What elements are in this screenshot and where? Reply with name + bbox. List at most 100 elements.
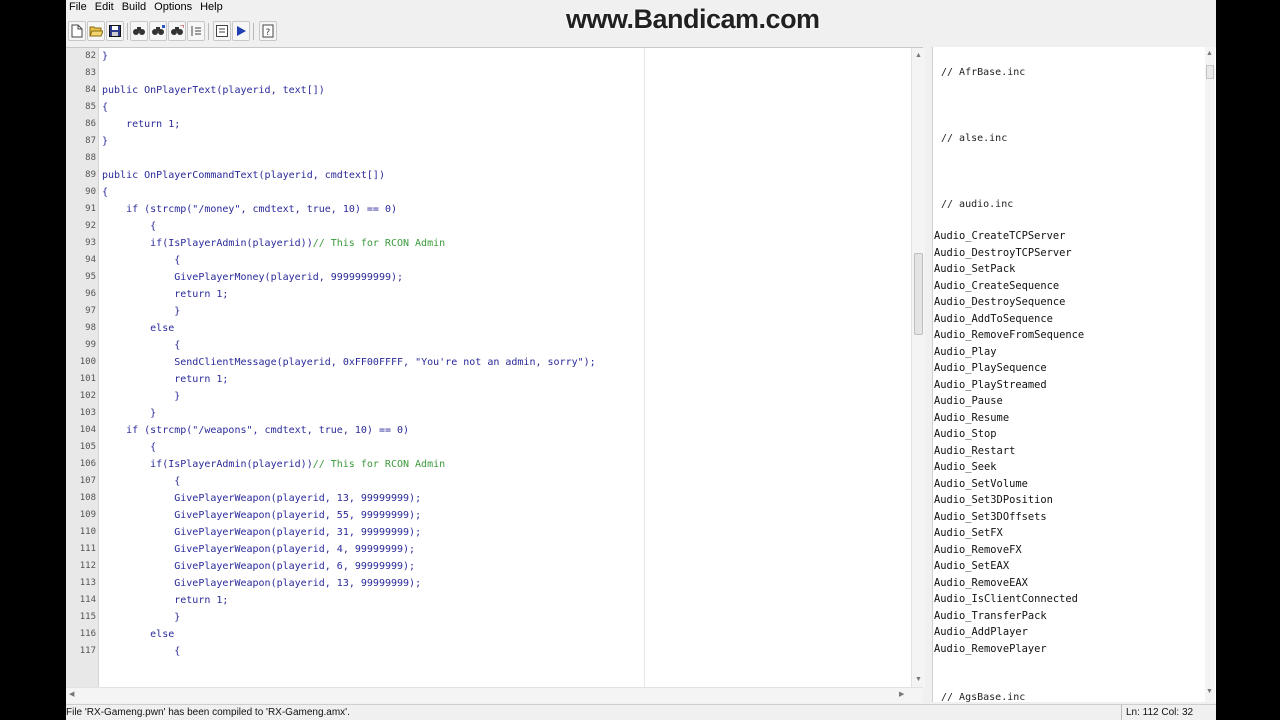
menu-build[interactable]: Build: [119, 0, 151, 14]
function-list-item[interactable]: Audio_IsClientConnected: [934, 591, 1078, 608]
code-comment: // This for RCON Admin: [312, 238, 446, 249]
line-number: 107: [79, 476, 96, 486]
function-list-item[interactable]: Audio_Set3DPosition: [934, 492, 1053, 509]
code-line: return 1;: [102, 119, 181, 130]
function-list-item[interactable]: Audio_SetVolume: [934, 476, 1028, 493]
status-message: File 'RX-Gameng.pwn' has been compiled t…: [66, 707, 350, 718]
code-line: }: [102, 391, 181, 402]
toolbar-separator: [208, 23, 209, 40]
help-icon[interactable]: ?: [259, 21, 277, 41]
code-line: {: [102, 221, 157, 232]
function-list-item[interactable]: Audio_Resume: [934, 410, 1009, 427]
function-list-item[interactable]: Audio_RemoveFX: [934, 542, 1022, 559]
function-list-item[interactable]: Audio_AddToSequence: [934, 311, 1053, 328]
line-number: 99: [85, 340, 96, 350]
code-line: {: [102, 646, 181, 657]
line-number: 111: [79, 544, 96, 554]
function-list-item[interactable]: Audio_RemoveEAX: [934, 575, 1028, 592]
function-list-scroll-thumb[interactable]: [1206, 65, 1214, 79]
function-list-item[interactable]: Audio_Restart: [934, 443, 1015, 460]
code-line: public OnPlayerText(playerid, text[]): [102, 85, 325, 96]
run-icon[interactable]: [232, 21, 250, 41]
function-list-item[interactable]: Audio_Stop: [934, 426, 997, 443]
menu-edit[interactable]: Edit: [92, 0, 119, 14]
editor-horizontal-scrollbar[interactable]: ◀ ▶: [66, 687, 923, 703]
line-number: 83: [85, 68, 96, 78]
line-number: 110: [79, 527, 96, 537]
scroll-down-arrow-icon[interactable]: ▼: [1206, 688, 1213, 695]
function-list-item[interactable]: Audio_SetPack: [934, 261, 1015, 278]
code-line: else: [102, 629, 175, 640]
code-line: GivePlayerMoney(playerid, 9999999999);: [102, 272, 404, 283]
scroll-left-arrow-icon[interactable]: ◀: [69, 690, 74, 698]
code-line: {: [102, 102, 109, 113]
function-list-item[interactable]: Audio_CreateTCPServer: [934, 228, 1065, 245]
code-line: }: [102, 51, 109, 62]
line-number: 117: [79, 646, 96, 656]
function-list-item[interactable]: Audio_Seek: [934, 459, 997, 476]
line-number: 84: [85, 85, 96, 95]
function-list-item[interactable]: Audio_Pause: [934, 393, 1003, 410]
open-folder-icon[interactable]: [87, 21, 105, 41]
function-list-item[interactable]: Audio_PlayStreamed: [934, 377, 1047, 394]
function-list-item[interactable]: Audio_PlaySequence: [934, 360, 1047, 377]
line-number: 95: [85, 272, 96, 282]
line-number: 106: [79, 459, 96, 469]
new-file-icon[interactable]: [68, 21, 86, 41]
line-number: 114: [79, 595, 96, 605]
code-editor[interactable]: 82} 83 84 public OnPlayerText(playerid, tex…: [66, 47, 925, 688]
code-line: if(IsPlayerAdmin(playerid)): [102, 238, 313, 249]
code-line: }: [102, 612, 181, 623]
code-line: GivePlayerWeapon(playerid, 55, 99999999)…: [102, 510, 422, 521]
code-line: SendClientMessage(playerid, 0xFF00FFFF, …: [102, 357, 596, 368]
scroll-down-arrow-icon[interactable]: ▼: [915, 676, 922, 683]
line-number: 112: [79, 561, 96, 571]
code-line: GivePlayerWeapon(playerid, 13, 99999999)…: [102, 493, 422, 504]
function-list-item[interactable]: Audio_RemoveFromSequence: [934, 327, 1084, 344]
line-number: 101: [79, 374, 96, 384]
scroll-right-arrow-icon[interactable]: ▶: [899, 690, 904, 698]
line-number: 94: [85, 255, 96, 265]
code-line: return 1;: [102, 595, 229, 606]
find-icon[interactable]: [130, 21, 148, 41]
scroll-up-arrow-icon[interactable]: ▲: [1206, 50, 1213, 57]
function-list-item[interactable]: Audio_DestroyTCPServer: [934, 245, 1072, 262]
line-number: 102: [79, 391, 96, 401]
menu-options[interactable]: Options: [151, 0, 197, 14]
function-list-item[interactable]: Audio_TransferPack: [934, 608, 1047, 625]
editor-vertical-scrollbar[interactable]: ▲ ▼: [911, 48, 925, 688]
function-list-item[interactable]: Audio_RemovePlayer: [934, 641, 1047, 658]
function-list-scrollbar[interactable]: ▲ ▼: [1205, 47, 1215, 702]
menu-file[interactable]: File: [66, 0, 92, 14]
goto-line-icon[interactable]: [187, 21, 205, 41]
code-line: {: [102, 340, 181, 351]
function-list-pane[interactable]: // AfrBase.inc // alse.inc // audio.inc …: [932, 47, 1216, 703]
line-number: 96: [85, 289, 96, 299]
function-list-item[interactable]: Audio_Play: [934, 344, 997, 361]
line-number: 98: [85, 323, 96, 333]
function-list-item[interactable]: Audio_DestroySequence: [934, 294, 1065, 311]
function-list-item[interactable]: Audio_SetEAX: [934, 558, 1009, 575]
function-list-item[interactable]: Audio_CreateSequence: [934, 278, 1059, 295]
code-comment: // This for RCON Admin: [312, 459, 446, 470]
save-icon[interactable]: [106, 21, 124, 41]
function-list-item[interactable]: Audio_SetFX: [934, 525, 1003, 542]
code-line: public OnPlayerCommandText(playerid, cmd…: [102, 170, 385, 181]
scroll-up-arrow-icon[interactable]: ▲: [915, 52, 922, 59]
editor-scroll-thumb[interactable]: [914, 253, 923, 335]
bandicam-watermark: www.Bandicam.com: [566, 4, 820, 34]
line-number: 103: [79, 408, 96, 418]
line-number: 88: [85, 153, 96, 163]
compile-icon[interactable]: [213, 21, 231, 41]
code-line: else: [102, 323, 175, 334]
line-number: 90: [85, 187, 96, 197]
menu-help[interactable]: Help: [197, 0, 228, 14]
replace-icon[interactable]: [168, 21, 186, 41]
code-line: {: [102, 476, 181, 487]
find-next-icon[interactable]: [149, 21, 167, 41]
function-list-item[interactable]: Audio_Set3DOffsets: [934, 509, 1047, 526]
function-list-item[interactable]: Audio_AddPlayer: [934, 624, 1028, 641]
right-margin-guide: [644, 48, 645, 688]
code-line: if (strcmp("/money", cmdtext, true, 10) …: [102, 204, 398, 215]
toolbar-separator: [127, 23, 128, 40]
